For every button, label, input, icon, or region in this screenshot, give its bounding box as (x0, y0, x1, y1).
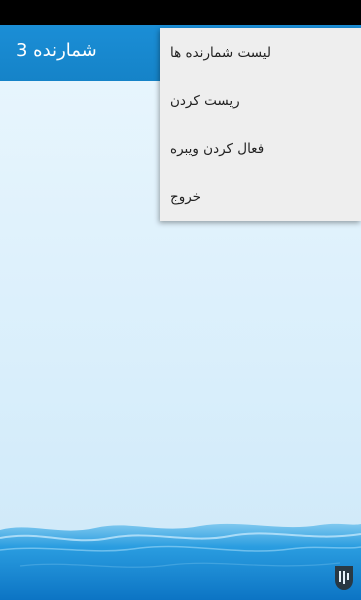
app-title: شمارنده 3 (16, 40, 97, 61)
menu-item-reset[interactable]: ریست کردن (160, 77, 361, 125)
menu-item-exit[interactable]: خروج (160, 173, 361, 221)
status-bar (0, 0, 361, 25)
overflow-menu: لیست شمارنده ها ریست کردن فعال کردن ویبر… (160, 28, 361, 221)
water-wave-image (0, 523, 361, 600)
menu-item-counter-list[interactable]: لیست شمارنده ها (160, 28, 361, 77)
menu-item-enable-vibration[interactable]: فعال کردن ویبره (160, 125, 361, 173)
store-logo-icon (335, 566, 353, 590)
